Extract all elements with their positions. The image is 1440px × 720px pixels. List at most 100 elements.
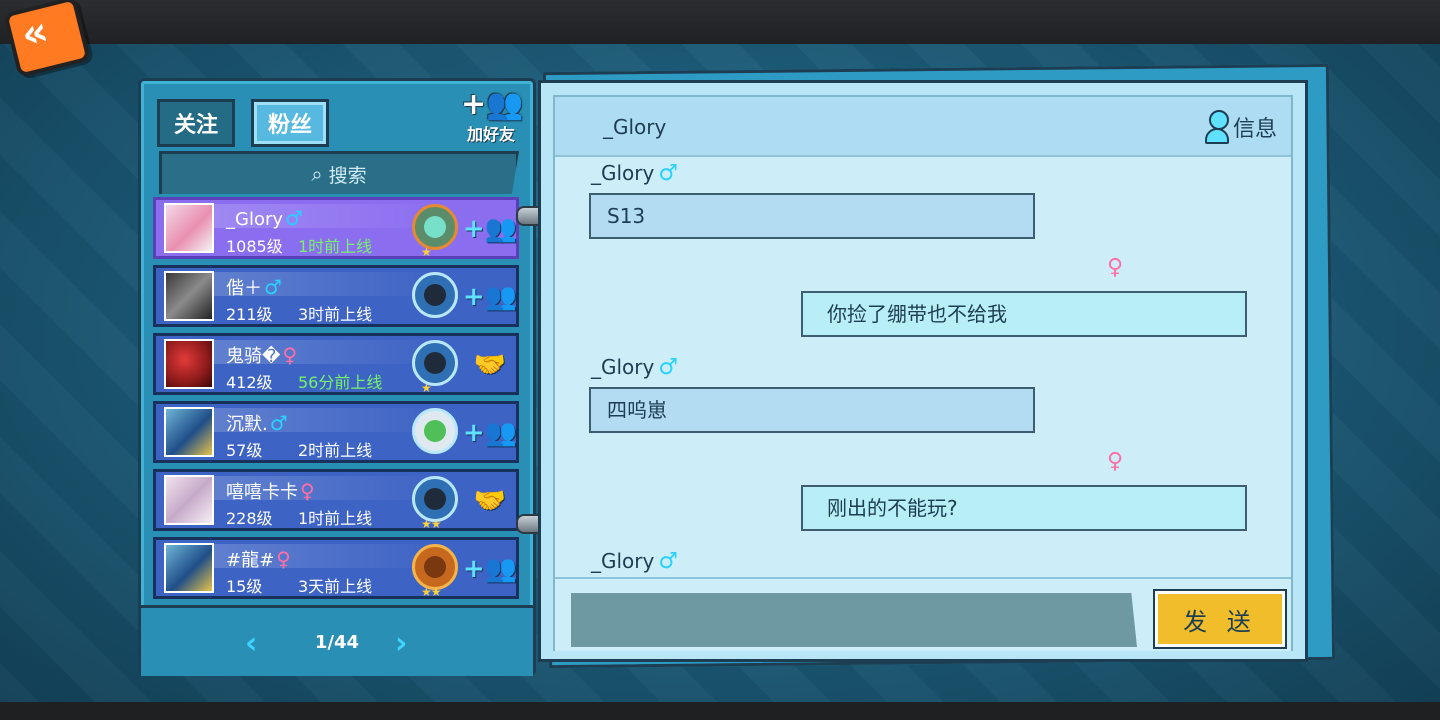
avatar — [164, 203, 214, 253]
rank-badge-icon: ★ — [412, 204, 458, 259]
friend-name: 沉默. — [226, 414, 268, 435]
friend-level: 211级 — [226, 305, 273, 324]
chat-panel: _Glory 信息 _Glory ♂ S13 ♀ 你捡了绷带也不给我 _Glory… — [538, 80, 1308, 662]
message-sender: _Glory ♂ — [591, 549, 678, 574]
female-icon: ♀ — [1107, 255, 1124, 280]
female-icon: ♀ — [1107, 449, 1124, 474]
rank-stars: ★ — [421, 245, 432, 259]
friend-last-online: 3天前上线 — [298, 577, 373, 596]
top-bar — [0, 0, 1440, 44]
back-button[interactable]: « — [3, 0, 91, 78]
page-indicator: 1/44 — [314, 632, 360, 653]
rank-badge-core — [424, 216, 446, 238]
friend-name-line: _Glory ♂ — [226, 206, 303, 230]
add-friend-button[interactable]: +👥 加好友 — [461, 87, 524, 147]
friend-name: 鬼骑� — [226, 346, 281, 367]
male-icon: ♂ — [658, 355, 679, 380]
friend-row[interactable]: #龍# ♀ 15级 3天前上线 ★★ +👥 — [153, 537, 519, 599]
female-icon: ♀ — [276, 547, 291, 571]
friend-last-online: 1时前上线 — [298, 237, 373, 256]
friend-name-line: 沉默. ♂ — [226, 410, 288, 436]
friend-row[interactable]: 鬼骑� ♀ 412级 56分前上线 ★ 🤝 — [153, 333, 519, 395]
search-placeholder: 搜索 — [328, 164, 367, 187]
bottom-bar — [0, 702, 1440, 720]
message-sender: _Glory ♂ — [591, 355, 678, 380]
search-icon: ⌕ — [311, 162, 323, 186]
avatar — [164, 407, 214, 457]
add-friend-icon[interactable]: +👥 — [463, 280, 517, 314]
handshake-icon[interactable]: 🤝 — [472, 484, 508, 518]
chat-area: _Glory 信息 _Glory ♂ S13 ♀ 你捡了绷带也不给我 _Glory… — [553, 95, 1293, 651]
friend-list: _Glory ♂ 1085级 1时前上线 ★ +👥 偕＋ ♂ 211级 3时前上线 … — [153, 197, 519, 605]
message-bubble-sent: 刚出的不能玩? — [801, 485, 1247, 531]
add-friend-icon[interactable]: +👥 — [463, 552, 517, 586]
friend-level: 412级 — [226, 373, 273, 392]
male-icon: ♂ — [269, 411, 288, 435]
friend-row[interactable]: _Glory ♂ 1085级 1时前上线 ★ +👥 — [153, 197, 519, 259]
friend-row[interactable]: 沉默. ♂ 57级 2时前上线 +👥 — [153, 401, 519, 463]
male-icon: ♂ — [264, 275, 282, 299]
prev-page-icon[interactable]: ‹ — [245, 626, 257, 661]
pagination: ‹ 1/44 › — [141, 605, 533, 676]
friend-row[interactable]: 偕＋ ♂ 211级 3时前上线 +👥 — [153, 265, 519, 327]
add-friend-icon[interactable]: +👥 — [463, 416, 517, 450]
friend-level: 1085级 — [226, 237, 283, 256]
friend-name-line: 鬼骑� ♀ — [226, 342, 297, 368]
sender-name: _Glory — [591, 355, 655, 379]
friend-name: 偕＋ — [226, 278, 262, 299]
rank-stars: ★★ — [421, 585, 441, 599]
message-list: _Glory ♂ S13 ♀ 你捡了绷带也不给我 _Glory ♂ 四呜崽 ♀ 刚出… — [555, 157, 1291, 577]
avatar — [164, 271, 214, 321]
avatar — [164, 339, 214, 389]
rank-badge-icon: ★★ — [412, 544, 458, 599]
info-button[interactable]: 信息 — [1204, 107, 1277, 147]
rank-badge-icon: ★★ — [412, 476, 458, 531]
tab-fans[interactable]: 粉丝 — [251, 99, 329, 147]
friend-level: 57级 — [226, 441, 263, 460]
add-friend-icon: +👥 — [461, 87, 524, 122]
rank-badge-icon — [412, 272, 458, 318]
add-friend-icon[interactable]: +👥 — [463, 212, 517, 246]
friends-panel: 关注 粉丝 +👥 加好友 ⌕ 搜索 _Glory ♂ 1085级 1时前上线 ★ … — [138, 78, 536, 676]
rank-badge-core — [424, 556, 446, 578]
friend-last-online: 1时前上线 — [298, 509, 373, 528]
next-page-icon[interactable]: › — [395, 626, 407, 661]
search-field[interactable]: ⌕ 搜索 — [159, 151, 519, 194]
rank-badge-core — [424, 352, 446, 374]
tab-follow[interactable]: 关注 — [157, 99, 235, 147]
chat-input-bar: 发 送 — [555, 577, 1291, 651]
friend-name: _Glory — [226, 209, 284, 230]
rank-badge-core — [424, 488, 446, 510]
info-label: 信息 — [1232, 117, 1277, 142]
message-bubble-received: 四呜崽 — [589, 387, 1035, 433]
friend-last-online: 3时前上线 — [298, 305, 373, 324]
rank-badge-icon — [412, 408, 458, 454]
male-icon: ♂ — [658, 549, 679, 574]
rank-stars: ★ — [421, 381, 432, 395]
message-input[interactable] — [571, 593, 1137, 647]
friend-level: 228级 — [226, 509, 273, 528]
male-icon: ♂ — [285, 206, 303, 230]
message-bubble-received: S13 — [589, 193, 1035, 239]
person-icon-head — [1208, 110, 1229, 130]
rank-stars: ★★ — [421, 517, 441, 531]
person-icon — [1204, 110, 1229, 144]
rank-badge-core — [424, 420, 446, 442]
male-icon: ♂ — [658, 161, 679, 186]
rank-badge-icon: ★ — [412, 340, 458, 395]
female-icon: ♀ — [300, 479, 315, 503]
friend-row[interactable]: 嘻嘻卡卡 ♀ 228级 1时前上线 ★★ 🤝 — [153, 469, 519, 531]
friend-last-online: 56分前上线 — [298, 373, 383, 392]
friend-name-line: 偕＋ ♂ — [226, 274, 282, 300]
handshake-icon[interactable]: 🤝 — [472, 348, 508, 382]
message-bubble-sent: 你捡了绷带也不给我 — [801, 291, 1247, 337]
friend-name-line: 嘻嘻卡卡 ♀ — [226, 478, 315, 504]
friend-name-line: #龍# ♀ — [226, 546, 291, 572]
rank-badge-core — [424, 284, 446, 306]
female-icon: ♀ — [282, 343, 298, 367]
sender-name: _Glory — [591, 161, 655, 185]
friend-name: #龍# — [226, 550, 275, 571]
send-button[interactable]: 发 送 — [1155, 591, 1285, 647]
avatar — [164, 543, 214, 593]
chat-title: _Glory — [603, 115, 667, 139]
